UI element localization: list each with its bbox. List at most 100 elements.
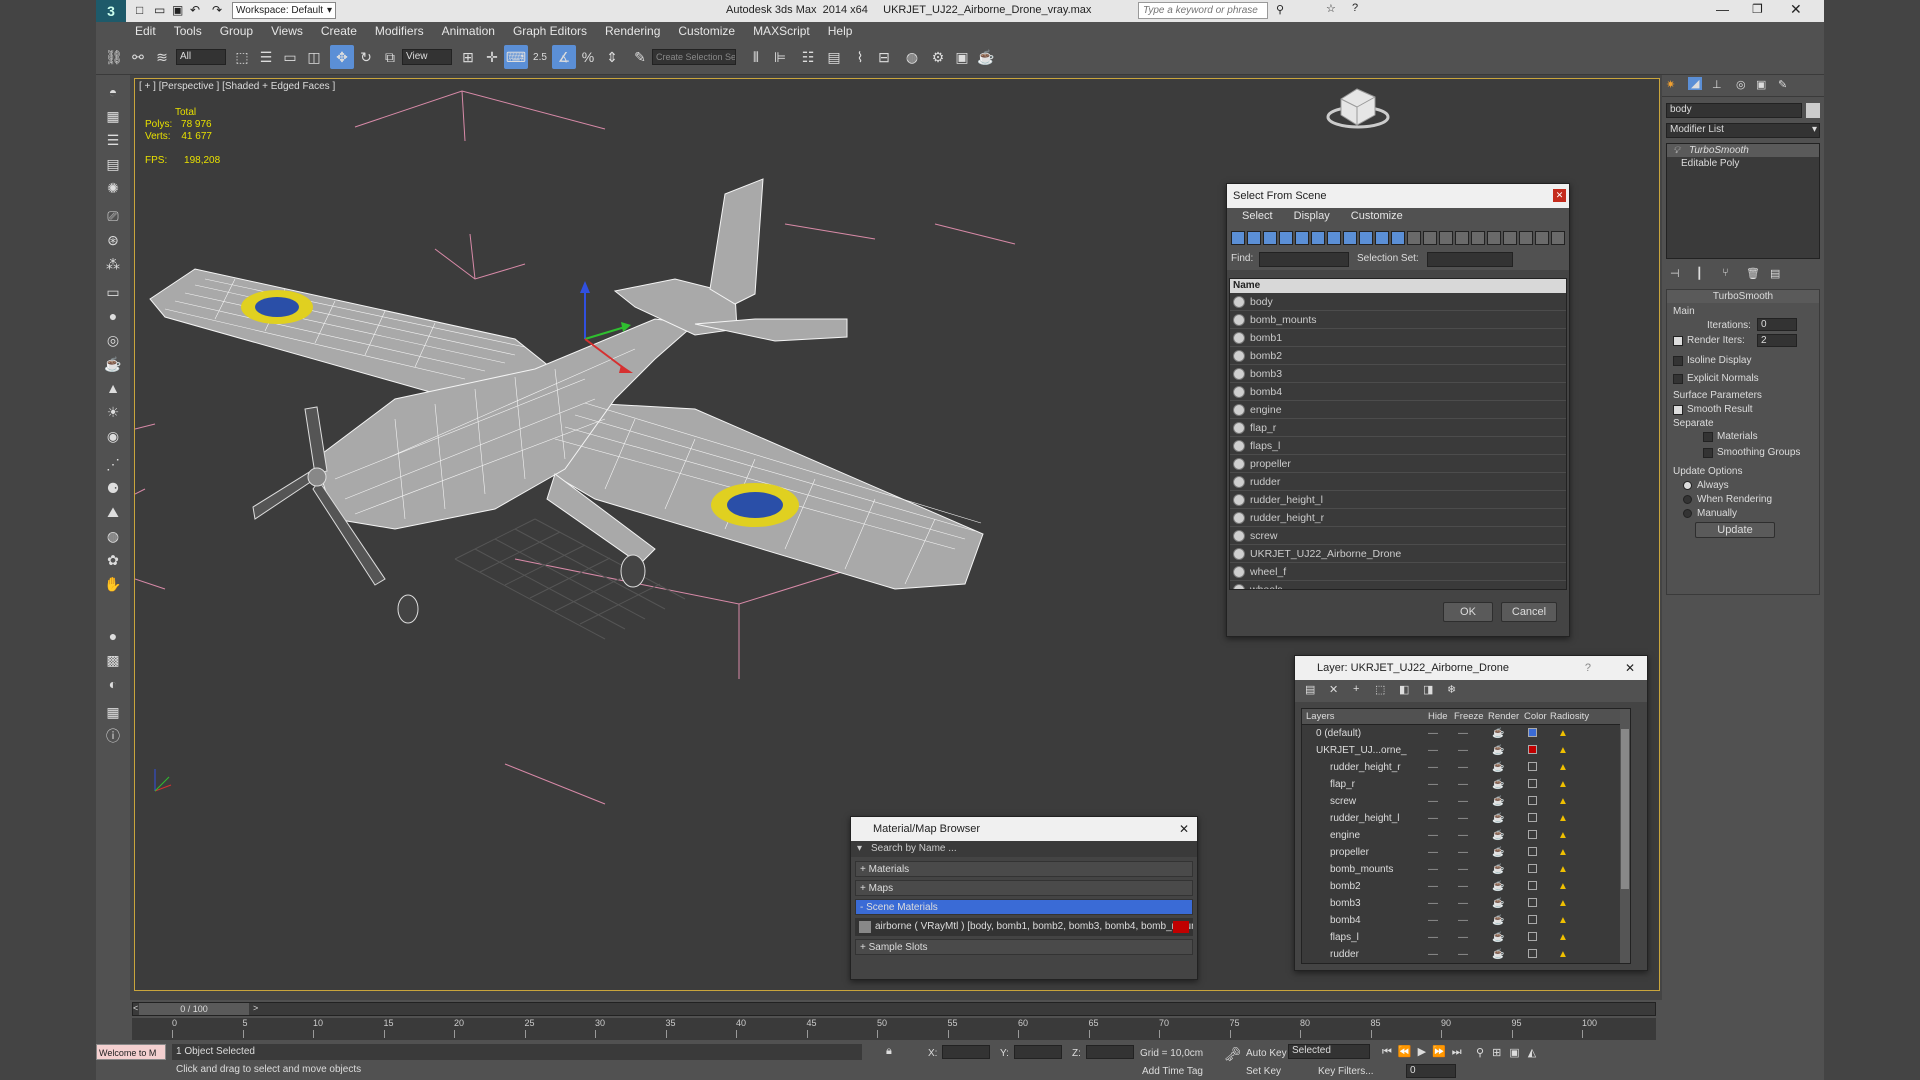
hide-toggle-icon[interactable]: —: [1428, 878, 1438, 895]
menu-animation[interactable]: Animation: [433, 22, 504, 40]
disk-icon[interactable]: ◉: [101, 425, 125, 447]
sphere-icon[interactable]: ●: [101, 305, 125, 327]
info-icon[interactable]: ⓘ: [101, 725, 125, 747]
modify-tab-icon[interactable]: ◢: [1688, 77, 1703, 90]
layer-color-swatch[interactable]: [1528, 796, 1537, 805]
layer-row[interactable]: flap_r — — ☕ ▲: [1302, 776, 1630, 793]
curve-editor-icon[interactable]: ⌇: [848, 45, 872, 69]
keyboard-shortcut-icon[interactable]: ⌨: [504, 45, 528, 69]
radiosity-icon[interactable]: ▲: [1558, 895, 1568, 912]
new-layer-icon[interactable]: ▤: [1305, 683, 1315, 696]
render-iters-checkbox[interactable]: [1673, 336, 1683, 346]
layer-col-render[interactable]: Render: [1488, 711, 1519, 722]
freeze-toggle-icon[interactable]: —: [1458, 810, 1468, 827]
x-coord-input[interactable]: [942, 1045, 990, 1059]
hand-icon[interactable]: ✋: [101, 573, 125, 595]
render-toggle-icon[interactable]: ☕: [1492, 878, 1504, 895]
freeze-toggle-icon[interactable]: —: [1458, 878, 1468, 895]
selection-filter-select[interactable]: All: [176, 49, 226, 65]
always-radio[interactable]: [1683, 481, 1692, 490]
radiosity-icon[interactable]: ▲: [1558, 929, 1568, 946]
bind-spacewarp-icon[interactable]: ≋: [150, 45, 174, 69]
select-objects-icon[interactable]: ⬚: [1375, 683, 1385, 696]
create-geometry-icon[interactable]: ◓: [101, 81, 125, 103]
layer-color-swatch[interactable]: [1528, 745, 1537, 754]
scene-item[interactable]: bomb1: [1230, 329, 1566, 347]
hide-toggle-icon[interactable]: —: [1428, 844, 1438, 861]
z-coord-input[interactable]: [1086, 1045, 1134, 1059]
freeze-toggle-icon[interactable]: —: [1458, 946, 1468, 963]
filter-cameras-icon[interactable]: [1279, 231, 1293, 245]
search-input[interactable]: [1138, 2, 1268, 19]
scene-item[interactable]: wheel_f: [1230, 563, 1566, 581]
menu-views[interactable]: Views: [262, 22, 312, 40]
rotate-icon[interactable]: ↻: [354, 45, 378, 69]
key-icon[interactable]: 🗝︎: [1224, 1046, 1242, 1063]
close-icon[interactable]: ✕: [1625, 656, 1635, 680]
settings-icon[interactable]: ▦: [101, 701, 125, 723]
material-section-2[interactable]: - Scene Materials: [855, 899, 1193, 915]
layer-color-swatch[interactable]: [1528, 813, 1537, 822]
menu-maxscript[interactable]: MAXScript: [744, 22, 819, 40]
radiosity-icon[interactable]: ▲: [1558, 878, 1568, 895]
highlight-layer-icon[interactable]: ◧: [1399, 683, 1409, 696]
hierarchy-tab-icon[interactable]: ⊥: [1712, 78, 1722, 91]
layer-color-swatch[interactable]: [1528, 847, 1537, 856]
freeze-toggle-icon[interactable]: —: [1458, 725, 1468, 742]
filter-groups-icon[interactable]: [1327, 231, 1341, 245]
scene-item[interactable]: screw: [1230, 527, 1566, 545]
filter-frozen-icon[interactable]: [1391, 231, 1405, 245]
layer-color-swatch[interactable]: [1528, 728, 1537, 737]
select-scene-menu-customize[interactable]: Customize: [1342, 208, 1412, 224]
display-tab-icon[interactable]: ▣: [1756, 78, 1766, 91]
layer-row[interactable]: engine — — ☕ ▲: [1302, 827, 1630, 844]
menu-rendering[interactable]: Rendering: [596, 22, 669, 40]
material-section-0[interactable]: + Materials: [855, 861, 1193, 877]
layer-row[interactable]: rudder_height_l — — ☕ ▲: [1302, 810, 1630, 827]
new-icon[interactable]: □: [136, 3, 143, 17]
gizmo-z-arrow[interactable]: [580, 281, 590, 293]
play-icon[interactable]: ▶: [1418, 1046, 1432, 1058]
rendered-frame-icon[interactable]: ▣: [950, 45, 974, 69]
percent-snap-icon[interactable]: %: [576, 45, 600, 69]
render-toggle-icon[interactable]: ☕: [1492, 929, 1504, 946]
layer-row[interactable]: bomb2 — — ☕ ▲: [1302, 878, 1630, 895]
filter-options-icon[interactable]: [1551, 231, 1565, 245]
edit-named-sel-icon[interactable]: ✎: [628, 45, 652, 69]
scene-explorer-icon[interactable]: ▤: [822, 45, 846, 69]
scene-item[interactable]: propeller: [1230, 455, 1566, 473]
layer-color-swatch[interactable]: [1528, 762, 1537, 771]
render-toggle-icon[interactable]: ☕: [1492, 912, 1504, 929]
layer-col-radiosity[interactable]: Radiosity: [1550, 711, 1589, 722]
move-icon[interactable]: ✥: [330, 45, 354, 69]
scene-item[interactable]: rudder_height_l: [1230, 491, 1566, 509]
layer-row[interactable]: propeller — — ☕ ▲: [1302, 844, 1630, 861]
turbosmooth-rollout-header[interactable]: TurboSmooth: [1667, 290, 1819, 303]
freeze-toggle-icon[interactable]: —: [1458, 759, 1468, 776]
close-icon[interactable]: ✕: [1790, 1, 1802, 18]
filter-lights-icon[interactable]: [1263, 231, 1277, 245]
schematic-view-icon[interactable]: ⊟: [872, 45, 896, 69]
render-toggle-icon[interactable]: ☕: [1492, 827, 1504, 844]
hide-toggle-icon[interactable]: —: [1428, 810, 1438, 827]
material-editor-icon[interactable]: ◍: [900, 45, 924, 69]
iterations-spinner[interactable]: 0: [1757, 318, 1797, 331]
layer-color-swatch[interactable]: [1528, 949, 1537, 958]
ref-coord-select[interactable]: View: [402, 49, 452, 65]
hide-toggle-icon[interactable]: —: [1428, 895, 1438, 912]
window-crossing-icon[interactable]: ◫: [302, 45, 326, 69]
lock-icon[interactable]: 🔒︎: [886, 1045, 892, 1058]
material-section-3[interactable]: + Sample Slots: [855, 939, 1193, 955]
hide-toggle-icon[interactable]: —: [1428, 759, 1438, 776]
filter-none-icon[interactable]: [1439, 231, 1453, 245]
material-search-input[interactable]: ▾ Search by Name ...: [851, 841, 1197, 857]
layer-row[interactable]: rudder_height_r — — ☕ ▲: [1302, 759, 1630, 776]
hide-toggle-icon[interactable]: —: [1428, 827, 1438, 844]
scene-item[interactable]: bomb_mounts: [1230, 311, 1566, 329]
layer-row[interactable]: bomb_mounts — — ☕ ▲: [1302, 861, 1630, 878]
snap-toggle-icon[interactable]: 2.5: [528, 45, 552, 69]
next-frame-icon[interactable]: ⏩: [1432, 1046, 1452, 1058]
track-bar[interactable]: 0 5 10 15 20 25 30 35 40 45 50 55 60 65 70 75 80 85 90 95 10…: [132, 1018, 1656, 1040]
layer-row[interactable]: UKRJET_UJ...orne_ — — ☕ ▲: [1302, 742, 1630, 759]
layer-row[interactable]: 0 (default) — — ☕ ▲: [1302, 725, 1630, 742]
